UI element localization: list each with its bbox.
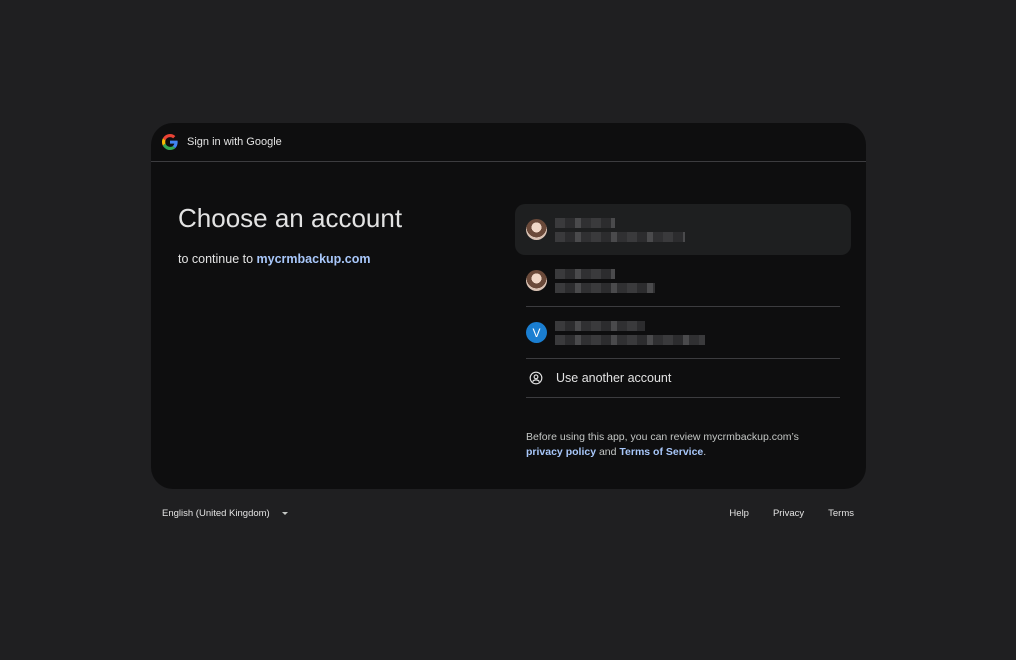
left-panel: Choose an account to continue to mycrmba… — [178, 203, 478, 266]
privacy-policy-link[interactable]: privacy policy — [526, 446, 596, 458]
account-item[interactable]: V — [526, 307, 840, 359]
google-g-icon — [162, 134, 178, 150]
footer: English (United Kingdom) Help Privacy Te… — [162, 506, 854, 522]
account-item[interactable] — [526, 255, 840, 307]
app-domain-link[interactable]: mycrmbackup.com — [257, 252, 371, 266]
language-label: English (United Kingdom) — [162, 508, 270, 519]
disclaimer-and: and — [596, 446, 620, 458]
avatar — [526, 270, 547, 291]
use-another-account-label: Use another account — [556, 371, 672, 385]
privacy-link[interactable]: Privacy — [773, 508, 804, 519]
card-header: Sign in with Google — [151, 123, 866, 162]
subtitle: to continue to mycrmbackup.com — [178, 252, 478, 266]
footer-links: Help Privacy Terms — [729, 508, 854, 519]
help-link[interactable]: Help — [729, 508, 749, 519]
terms-link[interactable]: Terms — [828, 508, 854, 519]
chevron-down-icon — [281, 512, 288, 515]
redacted-account-details — [555, 320, 705, 345]
language-selector[interactable]: English (United Kingdom) — [162, 508, 288, 519]
sign-in-card: Sign in with Google Choose an account to… — [151, 123, 866, 489]
disclaimer-suffix: . — [703, 446, 707, 458]
disclaimer-text: Before using this app, you can review my… — [526, 431, 799, 443]
account-item[interactable] — [515, 204, 851, 255]
avatar — [526, 219, 547, 240]
person-circle-icon — [529, 371, 543, 385]
disclaimer: Before using this app, you can review my… — [526, 430, 846, 460]
redacted-account-details — [555, 268, 655, 293]
header-title: Sign in with Google — [187, 136, 282, 148]
page-title: Choose an account — [178, 203, 403, 233]
terms-of-service-link[interactable]: Terms of Service — [619, 446, 703, 458]
subtitle-text: to continue to — [178, 252, 257, 266]
redacted-account-details — [555, 217, 685, 242]
avatar: V — [526, 322, 547, 343]
account-list: V Use another account — [515, 204, 851, 398]
use-another-account-button[interactable]: Use another account — [526, 359, 840, 398]
